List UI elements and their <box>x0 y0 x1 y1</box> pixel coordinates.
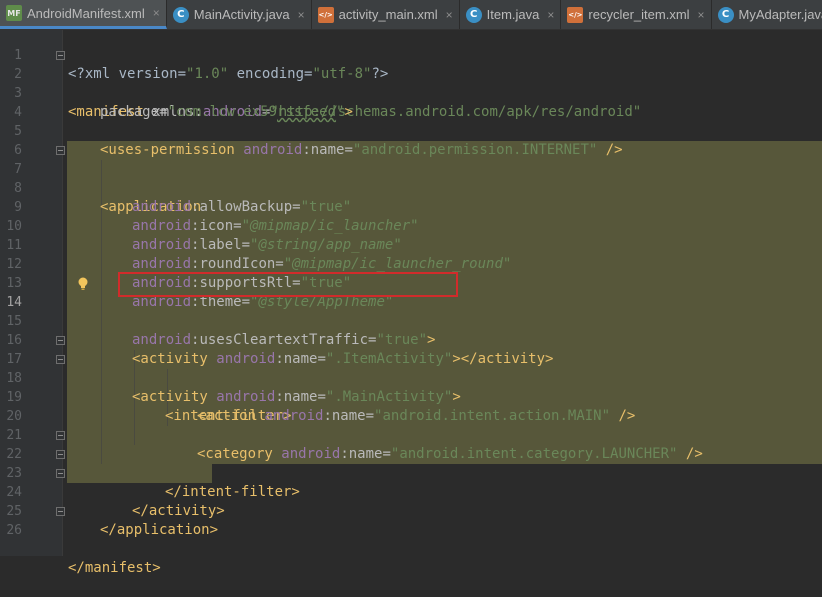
code-line: 5 <uses-permission android:name="android… <box>0 103 822 158</box>
code-line: 4 <box>0 84 822 120</box>
code-line: 25 <box>0 483 822 519</box>
code-line: 26 </manifest> <box>0 502 822 576</box>
code-line: 9 android:icon="@mipmap/ic_launcher" <box>0 179 822 234</box>
code-line: 23 </activity> <box>0 445 822 519</box>
fold-marker-icon[interactable] <box>56 431 65 440</box>
tab-label: AndroidManifest.xml <box>27 5 145 21</box>
annotation-highlight-box <box>118 272 458 297</box>
code-line: 11 android:roundIcon="@mipmap/ic_launche… <box>0 217 822 272</box>
line-number: 26 <box>6 523 22 538</box>
code-line: 20 <box>0 388 822 424</box>
fold-marker-icon[interactable] <box>56 336 65 345</box>
code-line: 19 <action android:name="android.intent.… <box>0 369 822 424</box>
code-line: 22 </intent-filter> <box>0 426 822 500</box>
editor-tab-bar: MF AndroidManifest.xml × C MainActivity.… <box>0 0 822 30</box>
code-line: 18 <intent-filter> <box>0 350 822 424</box>
tab-recycler-item[interactable]: </> recycler_item.xml × <box>561 0 712 29</box>
tab-main-activity[interactable]: C MainActivity.java × <box>167 0 312 29</box>
manifest-file-icon: MF <box>6 5 22 21</box>
fold-marker-icon[interactable] <box>56 450 65 459</box>
tab-my-adapter[interactable]: C MyAdapter.java × <box>712 0 822 29</box>
tab-item[interactable]: C Item.java × <box>460 0 562 29</box>
tab-android-manifest[interactable]: MF AndroidManifest.xml × <box>0 0 167 29</box>
tab-label: MyAdapter.java <box>738 7 822 22</box>
close-icon[interactable]: × <box>446 8 453 22</box>
fold-marker-icon[interactable] <box>56 507 65 516</box>
fold-marker-icon[interactable] <box>56 469 65 478</box>
lightbulb-icon[interactable] <box>75 276 91 292</box>
java-class-icon: C <box>465 6 482 23</box>
code-line: 17 <activity android:name=".MainActivity… <box>0 331 822 405</box>
tab-label: MainActivity.java <box>193 7 290 22</box>
code-line: 2 <manifest xmlns:android="http://schema… <box>0 46 822 120</box>
fold-marker-icon[interactable] <box>56 355 65 364</box>
xml-layout-icon: </> <box>317 6 334 23</box>
code-line: 1 <?xml version="1.0" encoding="utf-8"?> <box>0 27 822 82</box>
code-line: 21 <category android:name="android.inten… <box>0 407 822 462</box>
java-class-icon: C <box>172 6 189 23</box>
code-line: 12 android:supportsRtl="true" <box>0 236 822 291</box>
code-line: 6 <box>0 122 822 158</box>
fold-marker-icon[interactable] <box>56 146 65 155</box>
tab-label: activity_main.xml <box>338 7 438 22</box>
tab-activity-main[interactable]: </> activity_main.xml × <box>312 0 460 29</box>
close-icon[interactable]: × <box>153 6 160 20</box>
xml-layout-icon: </> <box>567 6 584 23</box>
code-line: 24 </application> <box>0 464 822 538</box>
code-line: 10 android:label="@string/app_name" <box>0 198 822 253</box>
close-icon[interactable]: × <box>547 8 554 22</box>
java-class-icon: C <box>717 6 734 23</box>
close-icon[interactable]: × <box>698 8 705 22</box>
code-line: 8 android:allowBackup="true" <box>0 160 822 215</box>
code-line: 7 <application <box>0 141 822 215</box>
fold-marker-icon[interactable] <box>56 51 65 60</box>
tag: </application> <box>100 522 219 538</box>
tab-label: recycler_item.xml <box>588 7 690 22</box>
tab-label: Item.java <box>486 7 540 22</box>
code-line: 16 <activity android:name=".ItemActivity… <box>0 312 822 367</box>
close-icon[interactable]: × <box>298 8 305 22</box>
tag: </manifest> <box>68 560 161 576</box>
code-line: 3 package="com.lcw.ex59rssfeed"> <box>0 65 822 120</box>
